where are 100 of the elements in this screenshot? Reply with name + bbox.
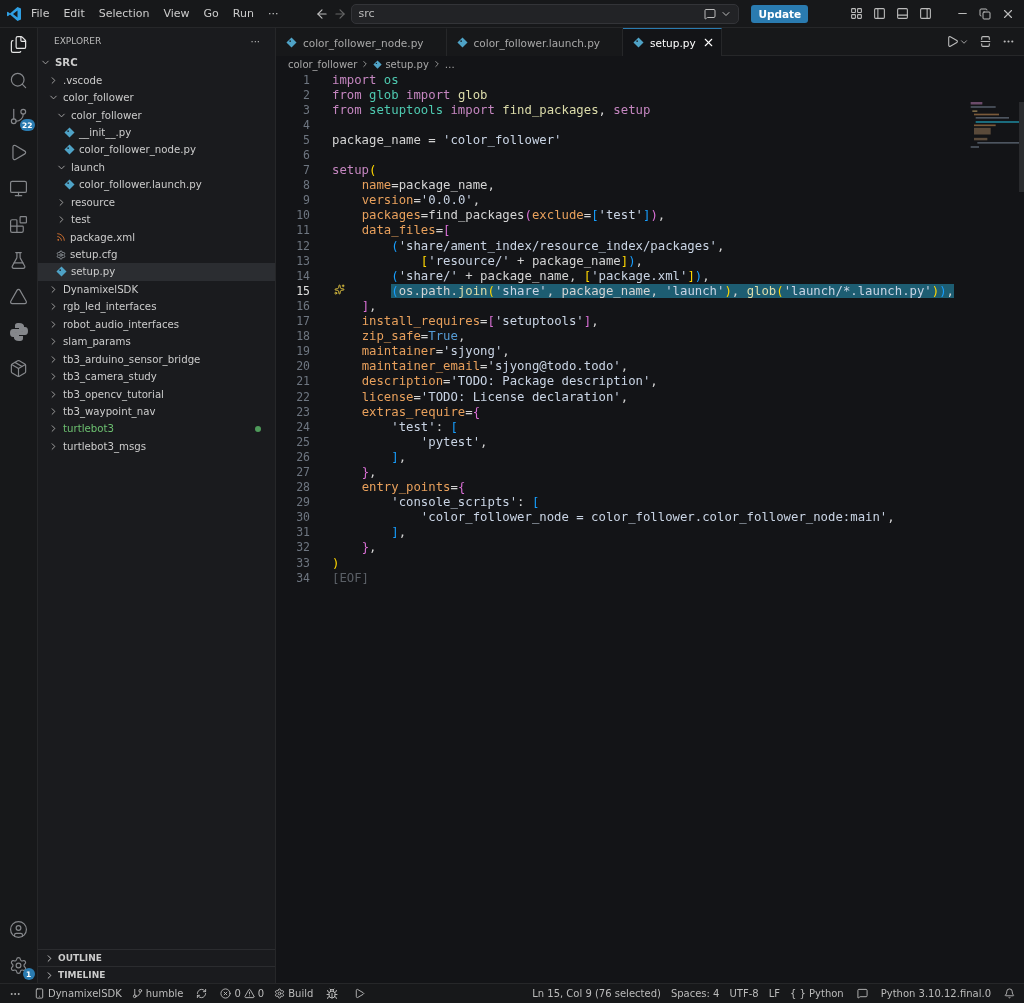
language-status[interactable]: { } Python: [789, 988, 844, 999]
editor-tab[interactable]: color_follower_node.py: [276, 28, 447, 56]
folder-item[interactable]: tb3_waypoint_nav: [38, 402, 275, 421]
python-logo-icon: [8, 322, 29, 342]
breadcrumb-item[interactable]: color_follower: [288, 58, 358, 70]
folder-item[interactable]: DynamixelSDK: [38, 280, 275, 299]
status-item[interactable]: humble: [131, 988, 184, 999]
tree-item[interactable]: setup.py: [38, 263, 275, 281]
status-item[interactable]: DynamixelSDK: [34, 988, 122, 999]
code-line: ],: [360, 298, 377, 313]
tree-item[interactable]: __init__.py: [38, 123, 275, 142]
gear-icon: [274, 988, 286, 999]
update-button[interactable]: Update: [751, 4, 809, 23]
split-icon: [979, 35, 992, 48]
status-item[interactable]: Ln 15, Col 9 (76 selected): [532, 988, 661, 999]
code-line: install_requires=['setuptools'],: [360, 314, 599, 329]
code-line: description='TODO: Package description',: [360, 374, 658, 389]
python-file-icon: [64, 179, 75, 191]
more-button[interactable]: ···: [247, 33, 263, 49]
python-file-icon: [373, 59, 383, 69]
code-line: name=package_name,: [360, 178, 495, 193]
status-item[interactable]: Spaces: 4: [670, 988, 720, 999]
folder-item[interactable]: tb3_arduino_sensor_bridge: [38, 350, 275, 368]
triangle-icon: [9, 286, 28, 306]
code-line: ],: [390, 525, 407, 540]
blocks-icon: [9, 214, 28, 234]
sync-icon: [196, 988, 208, 999]
line-number: 24: [295, 419, 310, 434]
line-number: 29: [295, 495, 310, 510]
folder-item[interactable]: robot_audio_interfaces: [38, 315, 275, 333]
account-icon: [9, 919, 28, 939]
code-line: from glob import glob: [332, 87, 488, 102]
line-number: 4: [302, 117, 310, 132]
breadcrumb-item[interactable]: …: [444, 58, 455, 70]
line-number: 13: [295, 253, 310, 268]
folder-item[interactable]: slam_params: [38, 333, 275, 351]
folder-item[interactable]: tb3_opencv_tutorial: [38, 385, 275, 403]
code-line: ('share/ament_index/resource_index/packages',: [390, 238, 725, 253]
search-icon: [9, 70, 28, 90]
search-field[interactable]: src: [351, 3, 740, 24]
modified-dot: [255, 425, 261, 432]
folder-item[interactable]: rgb_led_interfaces: [38, 298, 275, 316]
back-button[interactable]: [315, 6, 330, 21]
problems-status[interactable]: 0 0: [220, 988, 265, 999]
breadcrumb-item[interactable]: setup.py: [385, 58, 429, 70]
folder-item[interactable]: .vscode: [38, 71, 275, 89]
menu-item[interactable]: View: [158, 5, 195, 22]
code-line: import os: [332, 72, 399, 87]
python-file-icon: [64, 126, 75, 138]
code-line: package_name = 'color_follower': [332, 132, 562, 147]
status-item[interactable]: UTF-8: [729, 988, 759, 999]
box-icon: [9, 358, 28, 378]
bell-icon: [1004, 988, 1015, 999]
restore-button[interactable]: [976, 5, 994, 22]
panel-right-icon: [919, 7, 932, 20]
folder-item[interactable]: turtlebot3_msgs: [38, 437, 275, 456]
line-number: 22: [295, 389, 310, 404]
line-number: 19: [295, 344, 310, 359]
line-number: 20: [295, 359, 310, 374]
menu-item[interactable]: Edit: [58, 5, 90, 22]
line-number: 26: [295, 449, 310, 464]
line-number: 7: [302, 163, 310, 178]
folder-item[interactable]: color_follower: [38, 106, 275, 124]
tree-item[interactable]: color_follower_node.py: [38, 141, 275, 159]
branch-icon: [131, 988, 143, 999]
line-number: 33: [295, 555, 310, 570]
status-item[interactable]: Python 3.10.12.final.0: [880, 988, 991, 999]
status-item[interactable]: Build: [274, 988, 314, 999]
folder-item[interactable]: turtlebot3: [38, 420, 275, 438]
python-file-icon: [633, 37, 645, 48]
folder-item[interactable]: color_follower: [38, 88, 275, 107]
section-header[interactable]: OUTLINE: [38, 949, 275, 966]
root-folder-item[interactable]: SRC: [38, 54, 275, 72]
folder-item[interactable]: test: [38, 210, 275, 229]
menu-item[interactable]: Go: [198, 5, 224, 22]
code-line: 'test': [: [390, 419, 458, 434]
flask-icon: [9, 250, 28, 270]
tree-item[interactable]: package.xml: [38, 228, 275, 246]
layout-icon: [850, 7, 863, 20]
editor-tab[interactable]: setup.py: [623, 28, 722, 56]
play-icon: [354, 988, 366, 999]
folder-item[interactable]: launch: [38, 158, 275, 177]
menu-item[interactable]: Selection: [93, 5, 155, 22]
sparkle-icon[interactable]: [334, 284, 345, 296]
folder-item[interactable]: tb3_camera_study: [38, 367, 275, 386]
tree-item[interactable]: color_follower.launch.py: [38, 176, 275, 194]
line-number: 2: [302, 87, 310, 102]
code-line: 'color_follower_node = color_follower.color_follower_node:main',: [419, 510, 895, 525]
more-menu[interactable]: ···: [262, 5, 284, 22]
folder-item[interactable]: resource: [38, 193, 275, 211]
code-line: ('share/' + package_name, ['package.xml']),: [390, 268, 710, 283]
bug-icon: [326, 987, 339, 1000]
menu-item[interactable]: File: [26, 5, 55, 22]
tree-item[interactable]: setup.cfg: [38, 245, 275, 264]
status-item[interactable]: LF: [768, 988, 780, 999]
line-number: 11: [295, 223, 310, 238]
device-icon: [34, 988, 45, 999]
menu-item[interactable]: Run: [227, 5, 259, 22]
editor-tab[interactable]: color_follower.launch.py: [446, 28, 624, 56]
code-line: 'console_scripts': [: [390, 495, 540, 510]
